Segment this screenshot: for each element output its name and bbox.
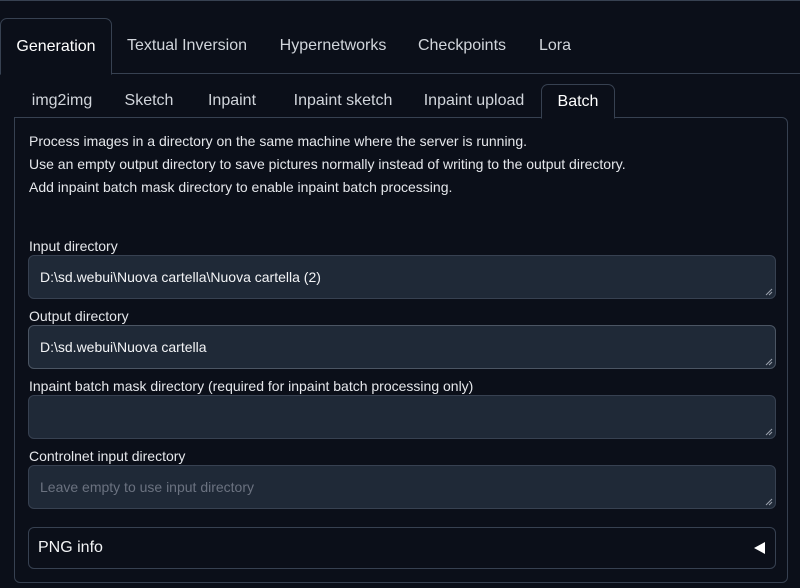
batch-description: Process images in a directory on the sam… bbox=[29, 130, 626, 199]
tab-checkpoints[interactable]: Checkpoints bbox=[408, 18, 516, 74]
description-line: Add inpaint batch mask directory to enab… bbox=[29, 179, 453, 195]
tab-textual-inversion[interactable]: Textual Inversion bbox=[114, 18, 260, 74]
resize-handle-icon[interactable] bbox=[763, 426, 773, 436]
batch-panel: Process images in a directory on the sam… bbox=[14, 117, 788, 583]
tab-img2img[interactable]: img2img bbox=[18, 84, 106, 118]
output-directory-label: Output directory bbox=[29, 308, 129, 324]
img2img-mode-tabs: img2img Sketch Inpaint Inpaint sketch In… bbox=[14, 84, 800, 119]
resize-handle-icon[interactable] bbox=[763, 496, 773, 506]
tab-inpaint-sketch[interactable]: Inpaint sketch bbox=[278, 84, 408, 118]
resize-handle-icon[interactable] bbox=[763, 356, 773, 366]
input-directory-value: D:\sd.webui\Nuova cartella\Nuova cartell… bbox=[40, 269, 321, 285]
controlnet-directory-placeholder: Leave empty to use input directory bbox=[40, 479, 255, 495]
output-directory-value: D:\sd.webui\Nuova cartella bbox=[40, 339, 207, 355]
input-directory-field[interactable]: D:\sd.webui\Nuova cartella\Nuova cartell… bbox=[28, 255, 776, 299]
tab-lora[interactable]: Lora bbox=[526, 18, 584, 74]
tab-batch[interactable]: Batch bbox=[541, 84, 615, 119]
tab-generation[interactable]: Generation bbox=[0, 18, 112, 75]
mask-directory-label: Inpaint batch mask directory (required f… bbox=[29, 378, 474, 394]
controlnet-directory-label: Controlnet input directory bbox=[29, 448, 186, 464]
tab-inpaint[interactable]: Inpaint bbox=[194, 84, 270, 118]
tab-sketch[interactable]: Sketch bbox=[112, 84, 186, 118]
png-info-title: PNG info bbox=[38, 539, 103, 556]
png-info-accordion[interactable]: PNG info bbox=[28, 527, 776, 569]
controlnet-directory-field[interactable]: Leave empty to use input directory bbox=[28, 465, 776, 509]
top-divider bbox=[0, 0, 800, 1]
mask-directory-field[interactable] bbox=[28, 395, 776, 439]
tab-hypernetworks[interactable]: Hypernetworks bbox=[266, 18, 400, 74]
caret-left-icon[interactable] bbox=[754, 542, 765, 554]
input-directory-label: Input directory bbox=[29, 238, 118, 254]
description-line: Use an empty output directory to save pi… bbox=[29, 156, 626, 172]
resize-handle-icon[interactable] bbox=[763, 286, 773, 296]
output-directory-field[interactable]: D:\sd.webui\Nuova cartella bbox=[28, 325, 776, 369]
tab-inpaint-upload[interactable]: Inpaint upload bbox=[412, 84, 536, 118]
description-line: Process images in a directory on the sam… bbox=[29, 133, 528, 149]
main-tabs: Generation Textual Inversion Hypernetwor… bbox=[0, 18, 800, 75]
